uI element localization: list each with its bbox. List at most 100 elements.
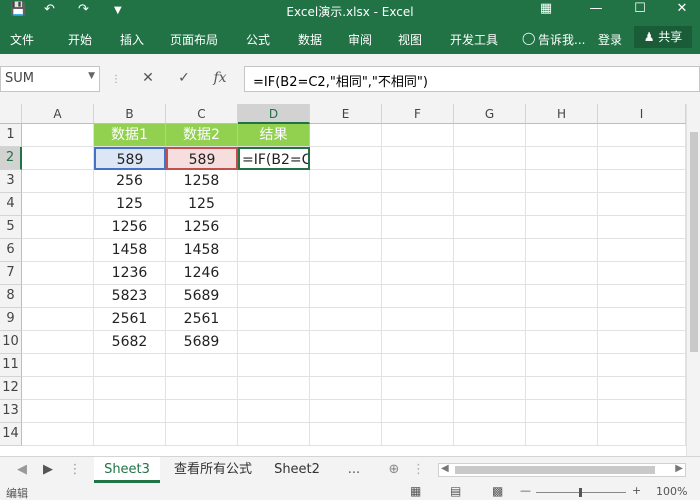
cell-b13[interactable] [94,400,166,423]
sheet-tab-sheet3[interactable]: Sheet3 [94,457,160,483]
cell-g7[interactable] [454,262,526,285]
cell-h13[interactable] [526,400,598,423]
cell-f9[interactable] [382,308,454,331]
header-cell-data1[interactable]: 数据1 [94,124,166,147]
cell-a7[interactable] [22,262,94,285]
cell-f10[interactable] [382,331,454,354]
page-break-view-icon[interactable]: ▩ [492,484,503,498]
zoom-out-icon[interactable]: — [520,484,531,497]
worksheet-grid[interactable]: ABCDEFGHI 1 2 3 4 5 6 7 8 9 10 11 12 13 14 数据1 数据2 结果 58… [0,104,700,456]
tab-splitter-icon[interactable]: ⋮ [412,457,425,483]
cell-d12[interactable] [238,377,310,400]
column-header-f[interactable]: F [382,104,454,124]
cell-d8[interactable] [238,285,310,308]
cell-g9[interactable] [454,308,526,331]
cell-f8[interactable] [382,285,454,308]
cell-d5[interactable] [238,216,310,239]
normal-view-icon[interactable]: ▦ [410,484,421,498]
cell-h9[interactable] [526,308,598,331]
sheet-tab-sheet2[interactable]: Sheet2 [266,457,328,483]
cell-e11[interactable] [310,354,382,377]
tell-me-search[interactable]: 告诉我... [538,31,585,48]
cell-f4[interactable] [382,193,454,216]
cell-d14[interactable] [238,423,310,446]
cell-b2[interactable]: 589 [94,147,166,170]
cell-f2[interactable] [382,147,454,170]
cell-b7[interactable]: 1236 [94,262,166,285]
cell-a3[interactable] [22,170,94,193]
minimize-icon[interactable]: — [584,1,608,16]
cell-a14[interactable] [22,423,94,446]
cell-h5[interactable] [526,216,598,239]
cell-c13[interactable] [166,400,238,423]
sheet-tab-formulas[interactable]: 查看所有公式 [166,457,260,483]
cell-d10[interactable] [238,331,310,354]
tab-insert[interactable]: 插入 [120,31,144,48]
cell-i11[interactable] [598,354,686,377]
vertical-scroll-thumb[interactable] [690,132,698,352]
cell-i5[interactable] [598,216,686,239]
cell-b12[interactable] [94,377,166,400]
cell-h6[interactable] [526,239,598,262]
cell-f1[interactable] [382,124,454,147]
cell-g4[interactable] [454,193,526,216]
add-sheet-icon[interactable]: ⊕ [384,457,404,483]
cell-a12[interactable] [22,377,94,400]
cell-a5[interactable] [22,216,94,239]
column-header-g[interactable]: G [454,104,526,124]
cell-b11[interactable] [94,354,166,377]
cell-d7[interactable] [238,262,310,285]
cell-g11[interactable] [454,354,526,377]
tab-page-layout[interactable]: 页面布局 [170,31,218,48]
tab-developer[interactable]: 开发工具 [450,31,498,48]
row-header-3[interactable]: 3 [0,170,22,193]
cell-a8[interactable] [22,285,94,308]
cell-h1[interactable] [526,124,598,147]
cell-g6[interactable] [454,239,526,262]
zoom-in-icon[interactable]: + [632,484,641,497]
cell-c12[interactable] [166,377,238,400]
cell-i6[interactable] [598,239,686,262]
cell-h3[interactable] [526,170,598,193]
cell-g1[interactable] [454,124,526,147]
tab-home[interactable]: 开始 [68,31,92,48]
row-header-1[interactable]: 1 [0,124,22,147]
cell-a11[interactable] [22,354,94,377]
cell-g14[interactable] [454,423,526,446]
cell-d3[interactable] [238,170,310,193]
cell-i2[interactable] [598,147,686,170]
cell-d4[interactable] [238,193,310,216]
share-button[interactable]: ♟ 共享 [634,26,692,48]
cell-c7[interactable]: 1246 [166,262,238,285]
row-header-11[interactable]: 11 [0,354,22,377]
cell-h8[interactable] [526,285,598,308]
row-header-9[interactable]: 9 [0,308,22,331]
horizontal-scrollbar[interactable]: ◀ ▶ [438,463,686,477]
cell-f14[interactable] [382,423,454,446]
name-box[interactable]: SUM ▼ [0,66,100,92]
cell-c3[interactable]: 1258 [166,170,238,193]
cell-c9[interactable]: 2561 [166,308,238,331]
page-layout-view-icon[interactable]: ▤ [450,484,461,498]
cell-f5[interactable] [382,216,454,239]
select-all-corner[interactable] [0,104,22,124]
column-header-d[interactable]: D [238,104,310,124]
cell-e12[interactable] [310,377,382,400]
cell-i14[interactable] [598,423,686,446]
cell-f3[interactable] [382,170,454,193]
row-header-7[interactable]: 7 [0,262,22,285]
more-sheets-ellipsis[interactable]: ... [334,457,374,483]
column-header-b[interactable]: B [94,104,166,124]
cell-d11[interactable] [238,354,310,377]
active-cell-d2[interactable]: =IF(B2=C [238,147,310,170]
cell-a13[interactable] [22,400,94,423]
cell-e1[interactable] [310,124,382,147]
cell-d9[interactable] [238,308,310,331]
horizontal-scroll-thumb[interactable] [455,466,655,474]
scroll-right-icon[interactable]: ▶ [675,463,683,474]
cell-i10[interactable] [598,331,686,354]
sheet-options-dots-icon[interactable]: ⋮ [68,457,82,483]
column-header-i[interactable]: I [598,104,686,124]
cell-d6[interactable] [238,239,310,262]
cell-h11[interactable] [526,354,598,377]
